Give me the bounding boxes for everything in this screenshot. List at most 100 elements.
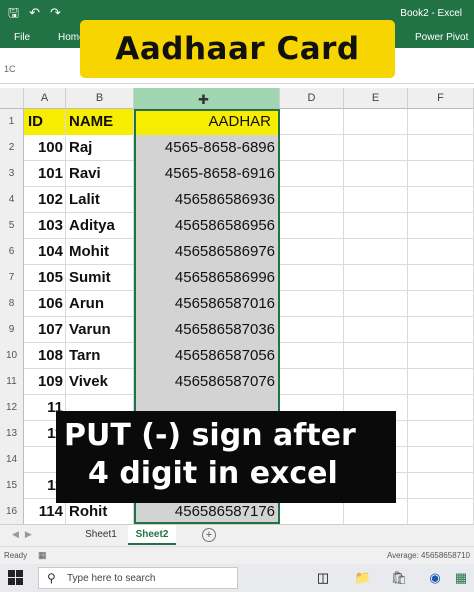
cell-d[interactable] [280, 369, 344, 395]
cell-id[interactable]: 103 [24, 213, 66, 239]
cell-aadhar[interactable]: 456586586996 [134, 265, 280, 291]
row-number[interactable]: 5 [0, 213, 24, 239]
row-number[interactable]: 1 [0, 109, 24, 135]
cell-aadhar[interactable]: 456586586956 [134, 213, 280, 239]
cell-id[interactable]: 100 [24, 135, 66, 161]
cell-d[interactable] [280, 239, 344, 265]
row-number[interactable]: 3 [0, 161, 24, 187]
cell-name[interactable]: Mohit [66, 239, 134, 265]
redo-icon[interactable]: ↷ [50, 5, 61, 21]
cell-name[interactable]: Tarn [66, 343, 134, 369]
name-box[interactable]: 1C [4, 64, 16, 74]
cell-id[interactable]: 105 [24, 265, 66, 291]
cell-aadhar[interactable]: 456586587056 [134, 343, 280, 369]
cell-f[interactable] [408, 135, 474, 161]
excel-icon[interactable]: ▦ [452, 569, 470, 587]
cell-aadhar[interactable]: 456586587016 [134, 291, 280, 317]
cell-name[interactable]: Arun [66, 291, 134, 317]
cell-f[interactable] [408, 447, 474, 473]
cell-f[interactable] [408, 187, 474, 213]
cell-f[interactable] [408, 395, 474, 421]
column-header-d[interactable]: D [280, 88, 344, 109]
cell-f[interactable] [408, 473, 474, 499]
select-all-corner[interactable] [0, 88, 24, 109]
sheet-nav-arrows-icon[interactable]: ◀▶ [12, 529, 38, 540]
cell-e[interactable] [344, 109, 408, 135]
cell-e[interactable] [344, 213, 408, 239]
cell-e[interactable] [344, 265, 408, 291]
tab-power-pivot[interactable]: Power Pivot [415, 32, 468, 43]
cell-f[interactable] [408, 343, 474, 369]
row-number[interactable]: 13 [0, 421, 24, 447]
cell-name[interactable]: Ravi [66, 161, 134, 187]
cell-e[interactable] [344, 369, 408, 395]
column-header-e[interactable]: E [344, 88, 408, 109]
cell-f[interactable] [408, 369, 474, 395]
cell-f[interactable] [408, 499, 474, 524]
cell-aadhar[interactable]: 456586587036 [134, 317, 280, 343]
app-icon[interactable]: ◉ [426, 569, 444, 587]
cell-d[interactable] [280, 187, 344, 213]
cell-id[interactable]: 101 [24, 161, 66, 187]
cell-aadhar[interactable]: 4565-8658-6896 [134, 135, 280, 161]
cell-d[interactable] [280, 213, 344, 239]
save-icon[interactable]: 🖫 [8, 5, 19, 21]
cell-name[interactable]: Vivek [66, 369, 134, 395]
header-cell-name[interactable]: NAME [66, 109, 134, 135]
cell-d[interactable] [280, 109, 344, 135]
row-number[interactable]: 7 [0, 265, 24, 291]
cell-id[interactable]: 104 [24, 239, 66, 265]
column-header-f[interactable]: F [408, 88, 474, 109]
sheet-tab-sheet1[interactable]: Sheet1 [76, 525, 126, 545]
row-number[interactable]: 16 [0, 499, 24, 524]
cell-aadhar[interactable]: 456586587076 [134, 369, 280, 395]
row-number[interactable]: 9 [0, 317, 24, 343]
header-cell-aadhar[interactable]: AADHAR [134, 109, 280, 135]
sheet-tab-sheet2[interactable]: Sheet2 [128, 525, 176, 545]
row-number[interactable]: 2 [0, 135, 24, 161]
cell-e[interactable] [344, 343, 408, 369]
cell-f[interactable] [408, 291, 474, 317]
cell-e[interactable] [344, 135, 408, 161]
row-number[interactable]: 12 [0, 395, 24, 421]
cell-id[interactable]: 109 [24, 369, 66, 395]
header-cell-id[interactable]: ID [24, 109, 66, 135]
row-number[interactable]: 10 [0, 343, 24, 369]
cell-d[interactable] [280, 291, 344, 317]
cell-id[interactable]: 108 [24, 343, 66, 369]
taskbar-search-box[interactable]: ⚲ Type here to search [38, 567, 238, 589]
row-number[interactable]: 8 [0, 291, 24, 317]
cell-d[interactable] [280, 161, 344, 187]
row-number[interactable]: 6 [0, 239, 24, 265]
cell-d[interactable] [280, 343, 344, 369]
column-header-a[interactable]: A [24, 88, 66, 109]
windows-start-icon[interactable] [8, 570, 24, 586]
cell-name[interactable]: Sumit [66, 265, 134, 291]
cell-name[interactable]: Aditya [66, 213, 134, 239]
cell-id[interactable]: 107 [24, 317, 66, 343]
cell-id[interactable]: 102 [24, 187, 66, 213]
cell-e[interactable] [344, 317, 408, 343]
cell-name[interactable]: Lalit [66, 187, 134, 213]
row-number[interactable]: 11 [0, 369, 24, 395]
macro-record-icon[interactable]: ▦ [38, 550, 47, 561]
cell-name[interactable]: Raj [66, 135, 134, 161]
tab-file[interactable]: File [14, 32, 30, 43]
cell-d[interactable] [280, 317, 344, 343]
cell-f[interactable] [408, 213, 474, 239]
cell-f[interactable] [408, 239, 474, 265]
task-view-icon[interactable]: ◫ [314, 569, 332, 587]
cell-f[interactable] [408, 161, 474, 187]
add-sheet-button[interactable]: + [202, 528, 216, 542]
cell-e[interactable] [344, 161, 408, 187]
cell-e[interactable] [344, 291, 408, 317]
row-number[interactable]: 14 [0, 447, 24, 473]
cell-f[interactable] [408, 109, 474, 135]
cell-d[interactable] [280, 135, 344, 161]
file-explorer-icon[interactable]: 📁 [354, 569, 372, 587]
row-number[interactable]: 15 [0, 473, 24, 499]
cell-id[interactable]: 106 [24, 291, 66, 317]
store-icon[interactable]: 🛍 [390, 569, 408, 587]
column-header-b[interactable]: B [66, 88, 134, 109]
row-number[interactable]: 4 [0, 187, 24, 213]
